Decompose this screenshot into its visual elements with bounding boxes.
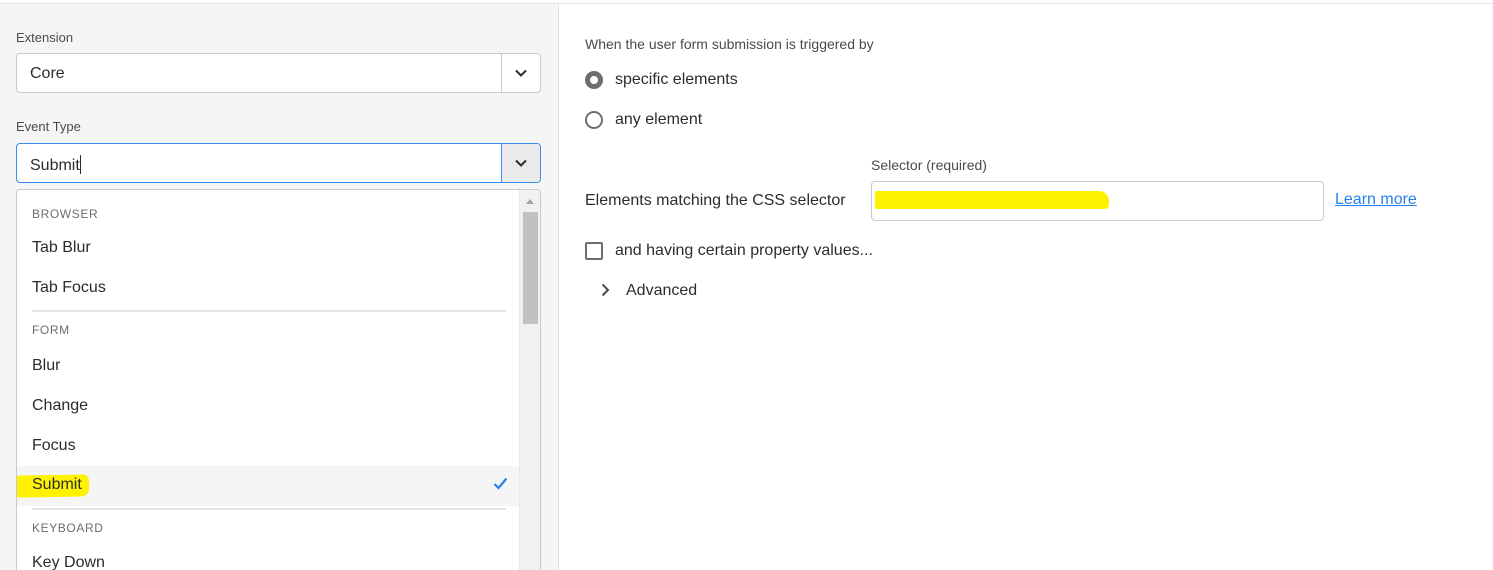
extension-value: Core (30, 65, 65, 82)
selector-prefix-text: Elements matching the CSS selector (585, 192, 846, 209)
menu-item-blur[interactable]: Blur (17, 347, 520, 387)
event-type-combobox[interactable]: Submit (16, 143, 541, 183)
property-values-checkbox[interactable] (585, 242, 603, 260)
advanced-toggle[interactable]: Advanced (626, 282, 697, 300)
chevron-right-icon[interactable] (601, 283, 610, 297)
checkmark-icon (493, 477, 508, 490)
radio-label-specific-elements[interactable]: specific elements (615, 71, 738, 89)
menu-item-key-down[interactable]: Key Down (17, 544, 520, 570)
menu-scrollbar[interactable] (519, 190, 540, 570)
extension-select[interactable]: Core (16, 53, 541, 93)
menu-divider (32, 508, 506, 510)
radio-any-element[interactable] (585, 111, 603, 129)
menu-item-focus[interactable]: Focus (17, 427, 520, 467)
menu-section-header: KEYBOARD (32, 521, 104, 535)
menu-item-tab-blur[interactable]: Tab Blur (17, 229, 520, 269)
selector-label: Selector (required) (871, 157, 987, 173)
chevron-down-icon (515, 159, 527, 167)
menu-section-header: BROWSER (32, 207, 99, 221)
extension-label: Extension (16, 30, 74, 45)
menu-item-submit[interactable]: Submit (17, 466, 520, 506)
redaction-mark (875, 191, 1109, 209)
radio-label-any-element[interactable]: any element (615, 111, 702, 129)
property-values-label[interactable]: and having certain property values... (615, 242, 873, 260)
menu-divider (32, 310, 506, 312)
event-type-menu: BROWSER Tab Blur Tab Focus FORM Blur Cha… (16, 189, 541, 570)
radio-specific-elements[interactable] (585, 71, 603, 89)
scrollbar-thumb[interactable] (523, 212, 538, 324)
menu-item-change[interactable]: Change (17, 387, 520, 427)
learn-more-link[interactable]: Learn more (1335, 191, 1417, 209)
text-cursor (79, 155, 81, 174)
scroll-up-arrow-icon[interactable] (526, 199, 534, 204)
selector-input[interactable] (871, 181, 1324, 221)
trigger-label: When the user form submission is trigger… (585, 36, 874, 52)
menu-item-tab-focus[interactable]: Tab Focus (17, 269, 520, 309)
chevron-down-icon (515, 69, 527, 77)
event-type-label: Event Type (16, 119, 81, 134)
menu-section-header: FORM (32, 323, 70, 337)
event-type-dropdown-button[interactable] (501, 144, 540, 182)
extension-dropdown-button[interactable] (501, 54, 540, 92)
event-type-input[interactable]: Submit (30, 155, 81, 175)
